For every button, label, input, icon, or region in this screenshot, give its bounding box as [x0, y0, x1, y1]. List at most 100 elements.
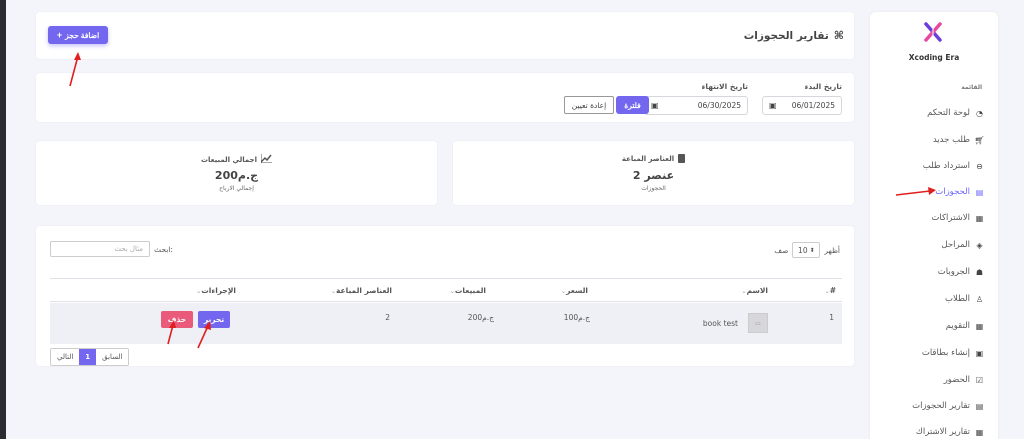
page-title: ⌘ تقارير الحجوزات — [744, 29, 844, 42]
pagination-prev[interactable]: السابق — [96, 349, 129, 365]
delete-button[interactable]: حذف — [161, 311, 193, 328]
cell-num: 1 — [829, 313, 834, 322]
sidebar-item-label: التقويم — [945, 321, 970, 331]
cell-price: ج.م100 — [563, 313, 590, 322]
sidebar-item-new-order[interactable]: 🛒︎ طلب جديد — [933, 130, 985, 150]
add-booking-label: اضافة حجز — [65, 30, 100, 40]
column-sales[interactable]: ⌄المبيعات — [449, 286, 486, 295]
book-icon — [678, 154, 686, 163]
column-num[interactable]: ⌄# — [824, 286, 836, 295]
sidebar-item-label: إنشاء بطاقات — [921, 348, 970, 358]
page-size-select[interactable]: 10 ⬍ — [792, 242, 821, 258]
total-sales-title: اجمالي المبيعات — [36, 154, 437, 165]
filter-card: تاريخ البدء ▣ 06/01/2025 تاريخ الانتهاء … — [36, 73, 854, 122]
window-left-edge — [0, 0, 6, 439]
sidebar-item-booking-reports[interactable]: ▤ تقارير الحجوزات — [912, 396, 984, 416]
menu-section-label: القائمة — [961, 84, 982, 91]
sidebar-item-label: تقارير الاشتراك — [915, 427, 970, 437]
end-date-label: تاريخ الانتهاء — [701, 82, 748, 91]
total-sales-card: اجمالي المبيعات ج.م200 إجمالي الارباح — [36, 141, 437, 205]
page-size-value: 10 — [798, 245, 808, 255]
edit-button[interactable]: تحرير — [198, 311, 230, 328]
sidebar-item-label: لوحة التحكم — [927, 108, 970, 118]
search-label: ابحث: — [154, 244, 173, 254]
sidebar-item-label: الاشتراكات — [931, 213, 970, 223]
sidebar-item-attendance[interactable]: ☑ الحضور — [944, 370, 984, 390]
column-items-sold-label: العناصر المباعة — [336, 286, 392, 295]
bookings-table-card: صف 10 ⬍ أظهر مثال بحث ابحث: ⌄# ⌄الاسم ⌄ا… — [36, 226, 854, 366]
cart-icon: 🛒︎ — [974, 135, 985, 145]
brand-logo — [870, 22, 998, 52]
column-actions[interactable]: ⌄الإجراءات — [195, 286, 236, 295]
pagination-page-1[interactable]: 1 — [79, 349, 97, 365]
plus-icon: + — [56, 30, 63, 40]
sidebar-item-bookings[interactable]: ▤ الحجوزات — [935, 182, 984, 202]
pagination: التالي 1 السابق — [50, 348, 130, 366]
page-title-text: تقارير الحجوزات — [743, 29, 829, 42]
sidebar-item-label: الحجوزات — [935, 187, 970, 197]
command-icon: ⌘ — [833, 29, 844, 42]
sidebar-item-stages[interactable]: ◈ المراحل — [941, 235, 984, 255]
return-icon: ⊖ — [976, 161, 983, 171]
sidebar-item-label: استرداد طلب — [922, 161, 970, 171]
start-date-label: تاريخ البدء — [804, 82, 842, 91]
page-size-control: صف 10 ⬍ أظهر — [774, 242, 840, 258]
xcoding-logo-icon — [924, 22, 942, 42]
start-date-input[interactable]: ▣ 06/01/2025 — [762, 96, 842, 115]
id-card-icon: ▣ — [975, 348, 984, 358]
sidebar-item-dashboard[interactable]: ◔ لوحة التحكم — [927, 103, 984, 123]
column-price-label: السعر — [566, 286, 588, 295]
show-label: أظهر — [824, 245, 840, 255]
rows-label: صف — [774, 245, 789, 255]
sidebar-item-label: الحضور — [943, 375, 970, 385]
book-thumbnail: ▭ — [748, 313, 768, 333]
sidebar-item-refund[interactable]: ⊖ استرداد طلب — [923, 156, 984, 176]
book-icon: ▤ — [975, 187, 984, 197]
sidebar-item-create-cards[interactable]: ▣ إنشاء بطاقات — [922, 343, 984, 363]
add-booking-button[interactable]: + اضافة حجز — [48, 26, 108, 44]
total-sales-title-text: اجمالي المبيعات — [201, 155, 257, 164]
reset-button[interactable]: إعادة تعيين — [564, 96, 614, 114]
layers-icon: ◈ — [976, 240, 983, 250]
column-actions-label: الإجراءات — [201, 286, 236, 295]
sidebar-item-students[interactable]: ♙ الطلاب — [945, 289, 984, 309]
column-num-label: # — [829, 286, 836, 295]
check-calendar-icon: ☑ — [975, 375, 984, 385]
book-icon: ▤ — [975, 401, 984, 411]
sidebar-item-calendar[interactable]: ▦ التقويم — [946, 316, 984, 336]
search-input[interactable]: مثال بحث — [50, 241, 150, 257]
items-sold-value: 2 عنصر — [632, 169, 675, 182]
cell-name: book test — [702, 319, 738, 328]
sidebar-item-subscriptions[interactable]: ▦ الاشتراكات — [931, 208, 984, 228]
sidebar-item-label: تقارير الحجوزات — [912, 401, 970, 411]
sidebar-item-groups[interactable]: ☗ الجروبات — [938, 262, 984, 282]
calendar-icon: ▦ — [975, 321, 984, 331]
table-row: 1 ▭ book test ج.م100 ج.م200 2 تحرير حذف — [50, 303, 842, 344]
start-date-value: 06/01/2025 — [791, 101, 835, 110]
items-sold-sub: الحجوزات — [641, 185, 666, 192]
items-sold-title: العناصر المباعة — [453, 154, 854, 163]
pagination-next[interactable]: التالي — [51, 349, 80, 365]
calendar-icon: ▦ — [975, 427, 984, 437]
total-sales-value: ج.م200 — [214, 169, 259, 182]
end-date-value: 06/30/2025 — [697, 101, 741, 110]
filter-button[interactable]: فلترة — [616, 96, 649, 114]
calendar-icon: ▣ — [651, 101, 659, 110]
items-sold-title-text: العناصر المباعة — [621, 154, 675, 163]
calendar-icon: ▣ — [769, 101, 777, 110]
sidebar-item-subscription-reports[interactable]: ▦ تقارير الاشتراك — [916, 422, 984, 439]
student-icon: ♙ — [975, 294, 984, 304]
search-control: مثال بحث ابحث: — [50, 241, 173, 257]
chart-line-icon — [260, 154, 272, 165]
column-items-sold[interactable]: ⌄العناصر المباعة — [330, 286, 392, 295]
column-sales-label: المبيعات — [454, 286, 486, 295]
page-header-card: ⌘ تقارير الحجوزات + اضافة حجز — [36, 12, 854, 59]
column-price[interactable]: ⌄السعر — [560, 286, 588, 295]
column-name-label: الاسم — [746, 286, 768, 295]
users-icon: ☗ — [975, 267, 984, 277]
sidebar-item-label: الجروبات — [937, 267, 970, 277]
cell-items-sold: 2 — [385, 313, 390, 322]
end-date-input[interactable]: ▣ 06/30/2025 — [644, 96, 748, 115]
brand-name: Xcoding Era — [908, 53, 960, 62]
column-name[interactable]: ⌄الاسم — [741, 286, 768, 295]
